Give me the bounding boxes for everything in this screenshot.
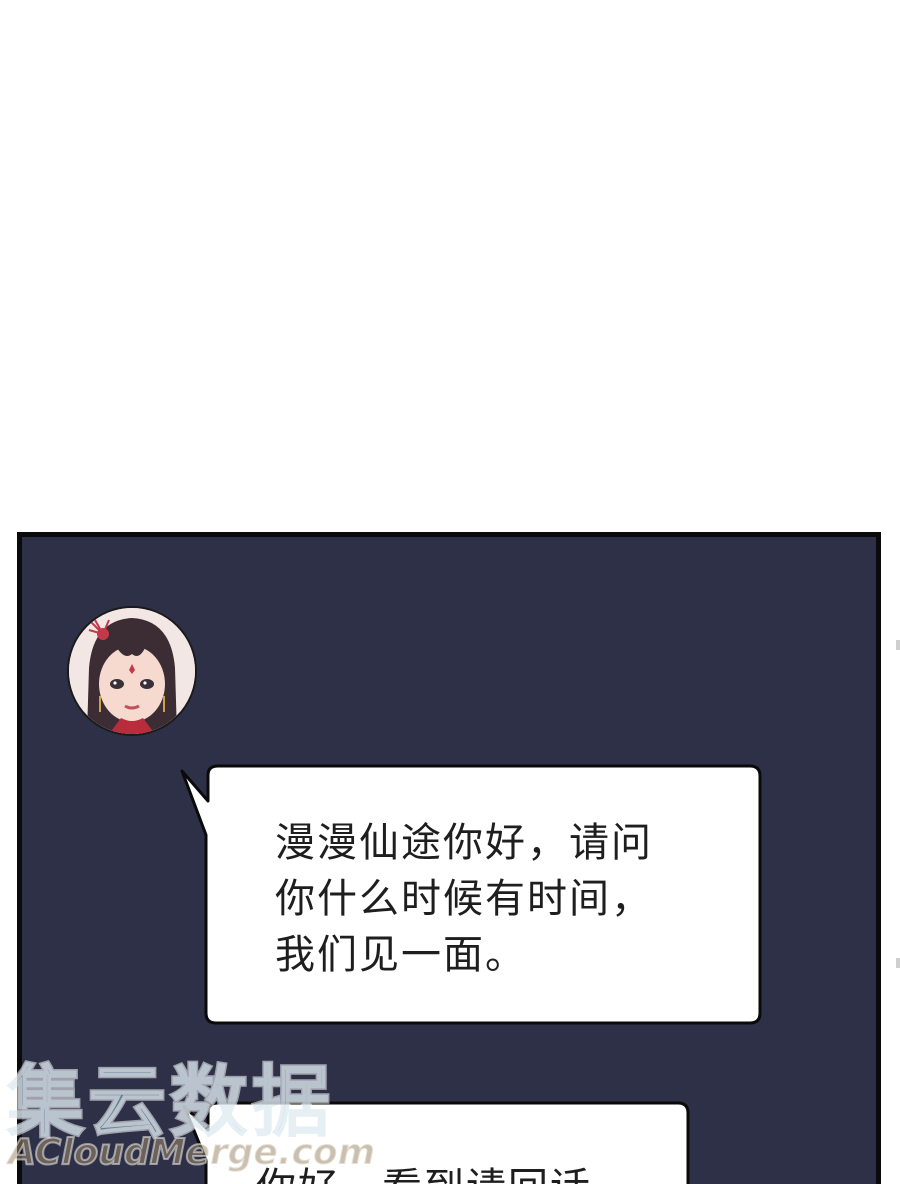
avatar: [67, 606, 197, 736]
edge-mark: [896, 640, 900, 650]
message-text: 漫漫仙途你好，请问 你什么时候有时间， 我们见一面。: [275, 820, 653, 978]
message-text: 你好，看到请回话: [256, 1160, 676, 1184]
comic-page: 漫漫仙途你好，请问 你什么时候有时间， 我们见一面。 你好，看到请回话 集云数据…: [0, 0, 900, 1184]
chat-bubble-1: 漫漫仙途你好，请问 你什么时候有时间， 我们见一面。: [178, 763, 764, 1027]
avatar-portrait-icon: [69, 608, 195, 734]
chat-bubble-2: 你好，看到请回话: [178, 1100, 692, 1184]
edge-mark: [896, 958, 900, 968]
